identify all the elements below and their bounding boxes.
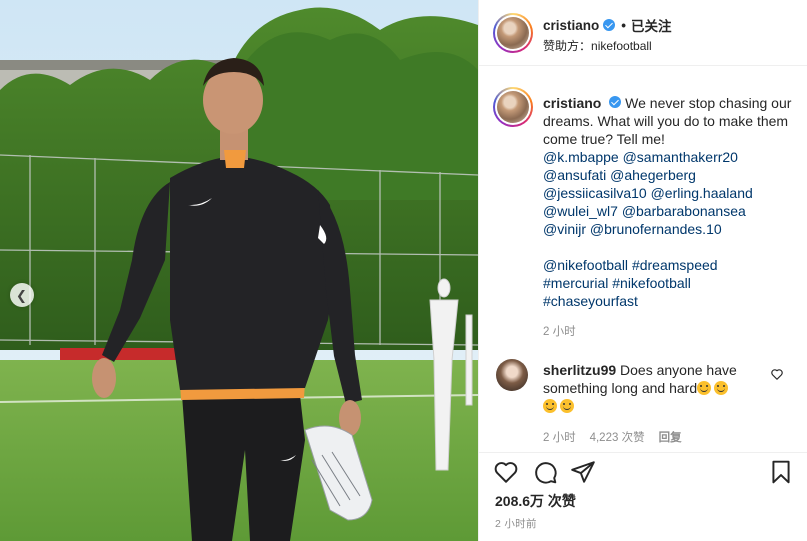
comment-icon[interactable] (532, 459, 558, 485)
header-user-line: cristiano • 已关注 (543, 15, 672, 35)
post-caption: cristiano We never stop chasing our drea… (543, 94, 799, 310)
comments-area: cristiano We never stop chasing our drea… (479, 67, 807, 452)
photo-player-running (0, 0, 478, 541)
chevron-left-icon: ❮ (16, 287, 27, 303)
share-icon[interactable] (570, 459, 596, 485)
comment-timestamp[interactable]: 2 小时 (543, 429, 576, 445)
mention-link[interactable]: @k.mbappe (543, 149, 619, 165)
grinning-emoji-icon (714, 381, 729, 395)
mention-link[interactable]: @ansufati (543, 167, 606, 183)
mention-link[interactable]: @brunofernandes.10 (590, 221, 722, 237)
comment-meta: 2 小时 4,223 次赞 回复 (543, 429, 682, 445)
author-username[interactable]: cristiano (543, 18, 599, 33)
like-count[interactable]: 208.6万 次赞 (495, 491, 576, 511)
post-photo[interactable]: ❮ (0, 0, 478, 541)
post-header: cristiano • 已关注 赞助方：nikefootball (479, 0, 807, 66)
carousel-prev-button[interactable]: ❮ (10, 283, 34, 307)
grinning-emoji-icon (560, 399, 574, 413)
commenter-username[interactable]: sherlitzu99 (543, 362, 616, 378)
follow-status-button[interactable]: 已关注 (631, 15, 672, 35)
hashtag-link[interactable]: #dreamspeed (632, 257, 718, 273)
grinning-emoji-icon (697, 381, 712, 395)
author-avatar[interactable] (493, 13, 533, 53)
comment-like-heart-icon[interactable] (770, 367, 784, 381)
mention-link[interactable]: @wulei_wl7 (543, 203, 618, 219)
action-bar: 208.6万 次赞 2 小时前 (479, 452, 807, 541)
sponsor-link[interactable]: nikefootball (591, 39, 652, 53)
reply-button[interactable]: 回复 (659, 429, 682, 445)
heart-icon[interactable] (493, 459, 519, 485)
mention-link[interactable]: @nikefootball (543, 257, 628, 273)
verified-badge-icon (603, 19, 616, 31)
caption-timestamp[interactable]: 2 小时 (543, 323, 576, 339)
hashtag-link[interactable]: #chaseyourfast (543, 293, 638, 309)
grinning-emoji-icon (543, 399, 557, 413)
comment-like-count[interactable]: 4,223 次赞 (590, 429, 645, 445)
caption-author-avatar[interactable] (493, 87, 533, 127)
caption-username[interactable]: cristiano (543, 95, 601, 111)
sponsor-line: 赞助方：nikefootball (543, 37, 652, 54)
mention-link[interactable]: @vinijr (543, 221, 586, 237)
separator-dot: • (621, 17, 627, 33)
bookmark-icon[interactable] (768, 459, 794, 485)
mention-link[interactable]: @jessiicasilva10 (543, 185, 647, 201)
instagram-post: ❮ cristiano • 已关注 赞助方：nikefootball crist… (0, 0, 807, 541)
post-side-panel: cristiano • 已关注 赞助方：nikefootball cristia… (478, 0, 807, 541)
mention-link[interactable]: @barbarabonansea (622, 203, 746, 219)
mention-link[interactable]: @ahegerberg (610, 167, 696, 183)
mention-link[interactable]: @samanthakerr20 (623, 149, 738, 165)
commenter-avatar[interactable] (496, 359, 528, 391)
mention-link[interactable]: @erling.haaland (651, 185, 753, 201)
post-timestamp[interactable]: 2 小时前 (495, 516, 537, 531)
hashtag-link[interactable]: #nikefootball (612, 275, 691, 291)
comment-body: sherlitzu99 Does anyone have something l… (543, 361, 743, 415)
hashtag-link[interactable]: #mercurial (543, 275, 608, 291)
sponsor-label: 赞助方： (543, 39, 592, 53)
verified-badge-icon (609, 96, 622, 108)
